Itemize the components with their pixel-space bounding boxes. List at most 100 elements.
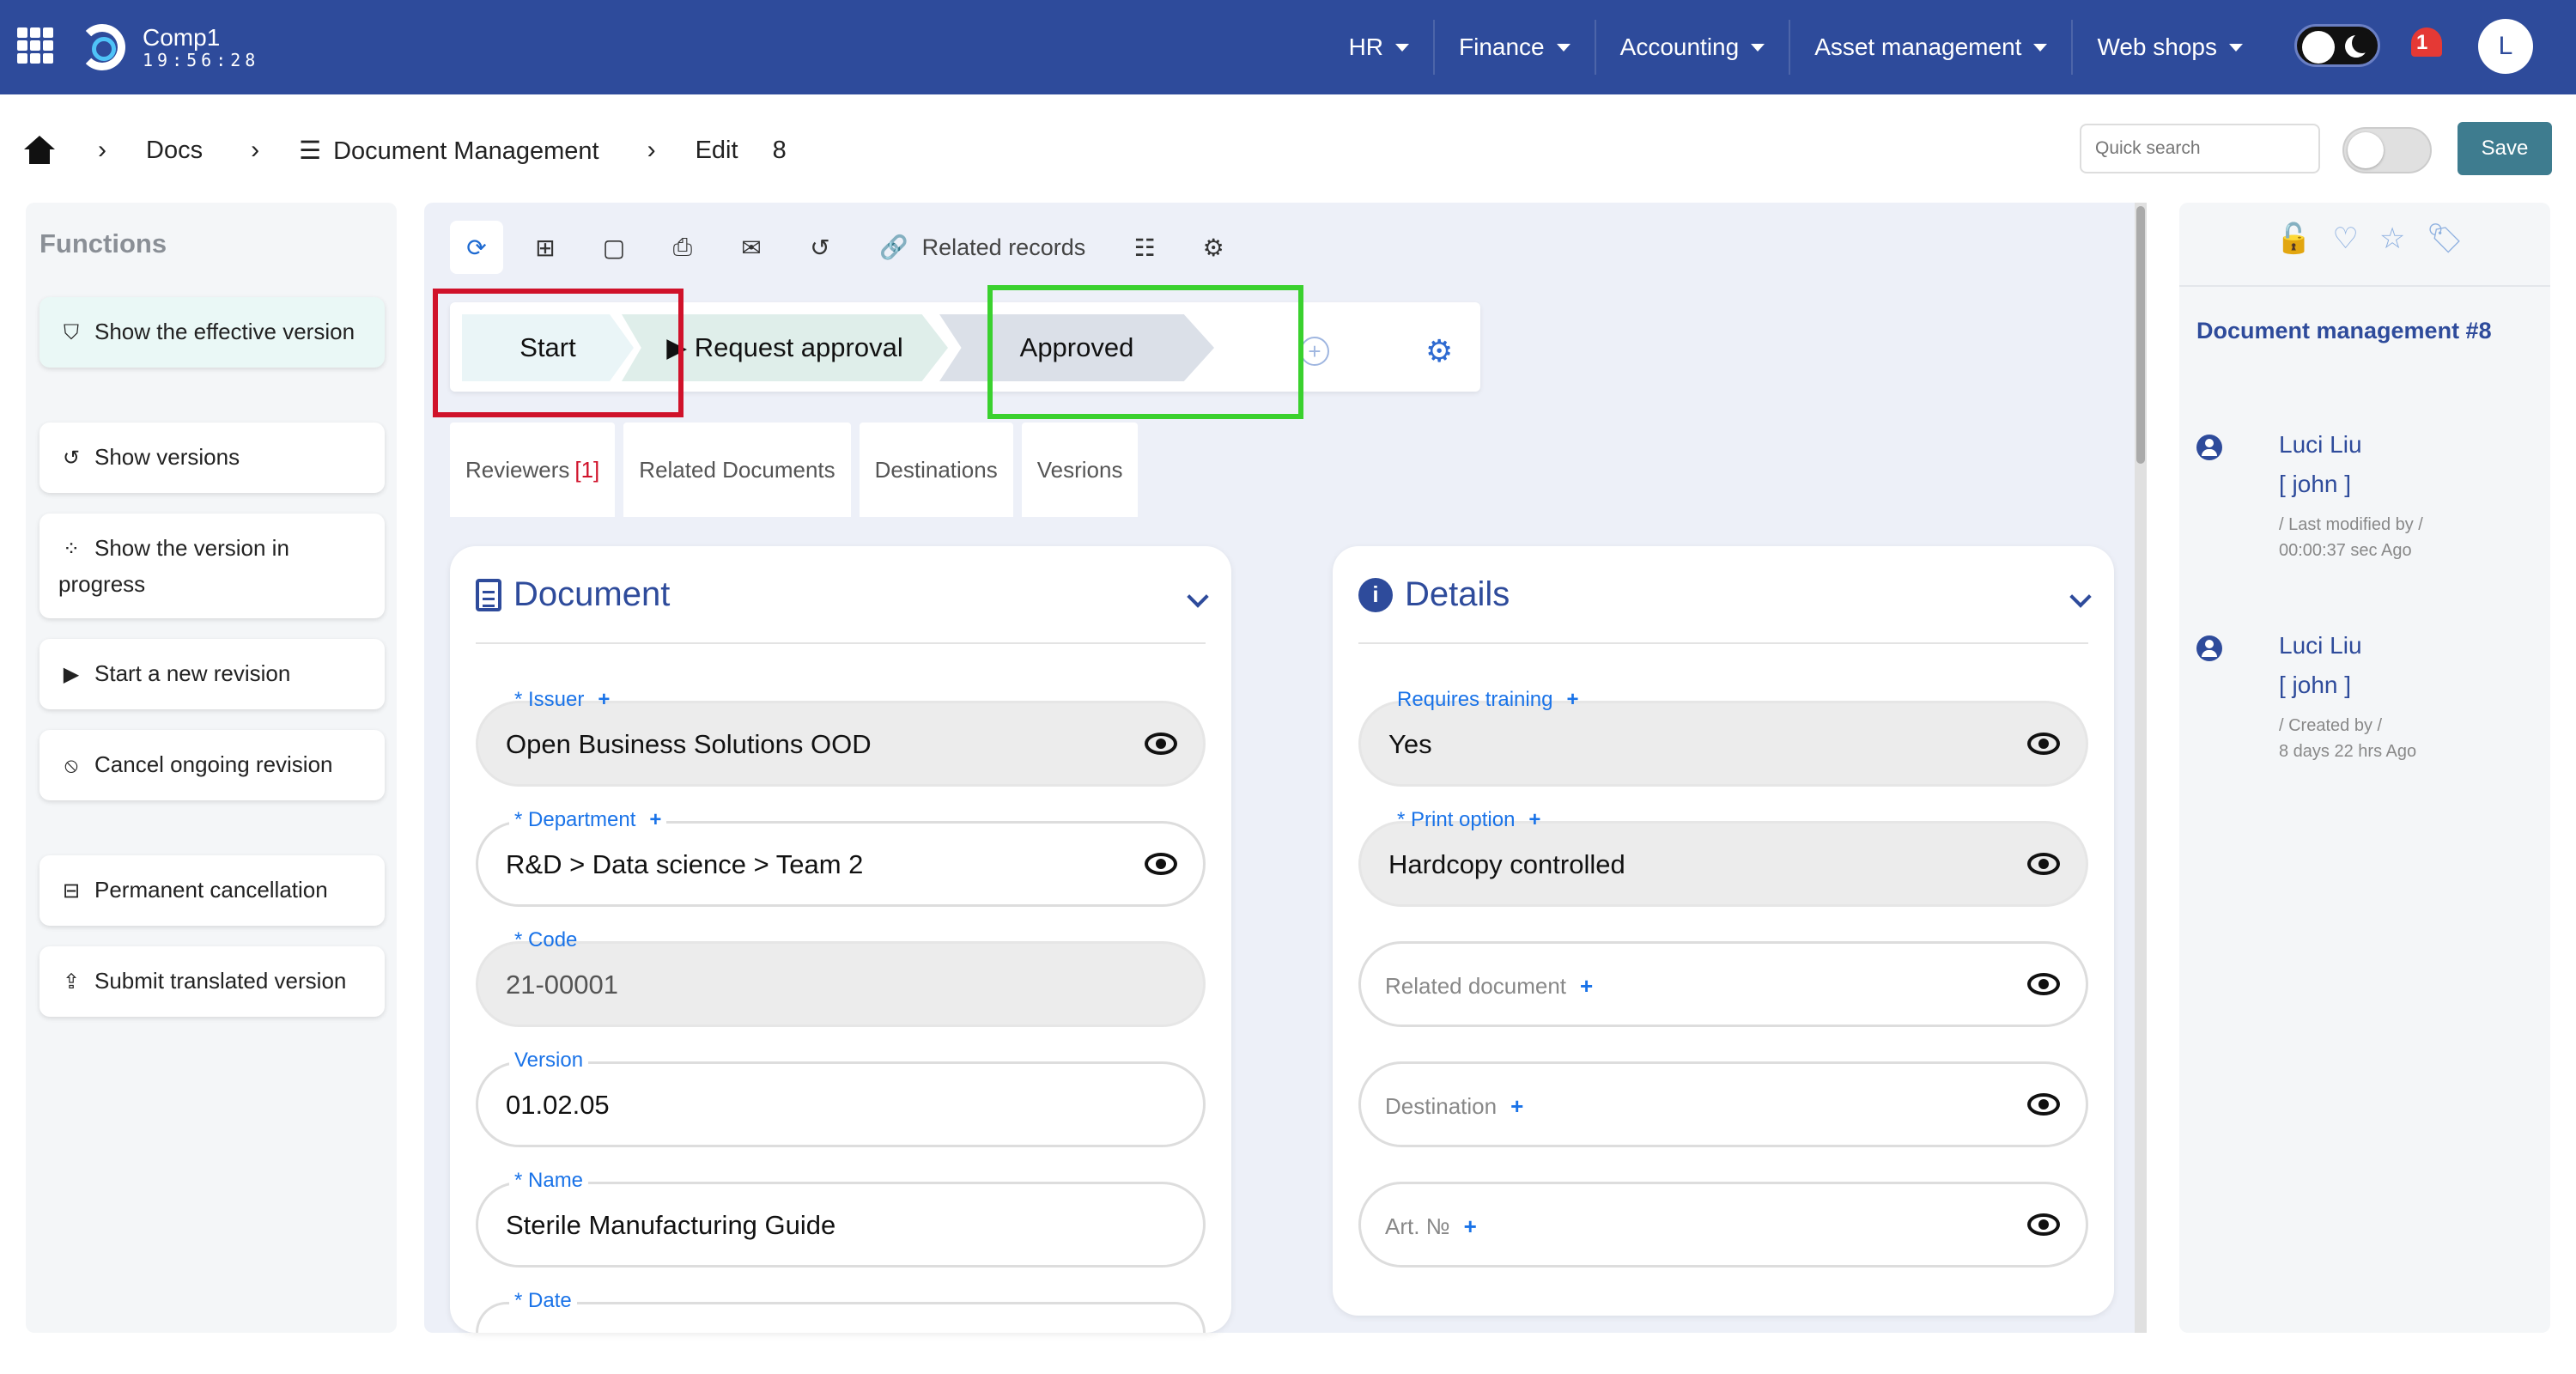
tag-icon[interactable]: 🏷 [2426, 222, 2463, 256]
divider [1358, 642, 2088, 644]
notification-bell-icon[interactable]: 1 [2408, 22, 2445, 65]
gear-icon[interactable]: ⚙ [1187, 221, 1240, 274]
label-text: * Print option [1397, 808, 1516, 831]
dark-mode-toggle[interactable] [2294, 24, 2380, 67]
start-new-revision-button[interactable]: ▶ Start a new revision [39, 639, 385, 709]
plus-icon[interactable]: + [1464, 1213, 1477, 1239]
code-field[interactable]: * Code 21-00001 [476, 928, 1206, 1027]
star-icon[interactable]: ☆ [2379, 222, 2405, 256]
email-icon[interactable]: ✉ [725, 221, 778, 274]
field-placeholder: Related document + [1385, 973, 1593, 1000]
record-actions: 🔓 ♡ ☆ 🏷 [2275, 222, 2463, 256]
related-records-label: Related records [921, 234, 1086, 260]
home-icon[interactable] [24, 136, 55, 165]
note-icon[interactable]: ▢ [587, 221, 641, 274]
eye-icon[interactable] [2027, 853, 2060, 875]
nav-web-shops[interactable]: Web shops [2071, 20, 2267, 75]
activity-action: / Created by / [2279, 716, 2383, 735]
show-version-in-progress-button[interactable]: ⁘ Show the version in progress [39, 514, 385, 618]
company-logo[interactable] [79, 24, 125, 70]
plus-icon[interactable]: + [1566, 688, 1578, 711]
history-icon[interactable]: ↺ [793, 221, 847, 274]
eye-icon[interactable] [2027, 1213, 2060, 1236]
cancel-ongoing-revision-button[interactable]: ⦸ Cancel ongoing revision [39, 730, 385, 800]
issuer-field[interactable]: * Issuer + Open Business Solutions OOD [476, 688, 1206, 787]
record-info-panel: 🔓 ♡ ☆ 🏷 Document management #8 Luci Liu … [2179, 203, 2550, 1333]
eye-icon[interactable] [1145, 853, 1177, 875]
eye-icon[interactable] [2027, 973, 2060, 995]
art-number-field[interactable]: Art. № + [1358, 1182, 2088, 1268]
scrollbar[interactable] [2135, 203, 2147, 1333]
plus-icon[interactable]: + [1528, 808, 1540, 831]
refresh-icon[interactable]: ⟳ [450, 221, 503, 274]
link-icon: 🔗 [879, 234, 908, 260]
submit-translated-version-button[interactable]: ⇪ Submit translated version [39, 946, 385, 1017]
caret-down-icon [1395, 43, 1410, 52]
user-avatar[interactable]: L [2478, 19, 2533, 74]
date-field[interactable]: * Date [476, 1289, 1206, 1333]
department-field[interactable]: * Department + R&D > Data science > Team … [476, 808, 1206, 907]
mode-switch[interactable] [2342, 127, 2432, 173]
quick-search-input[interactable] [2080, 124, 2320, 173]
activity-meta: / Last modified by / 00:00:37 sec Ago [2279, 512, 2537, 563]
add-icon[interactable]: ⊞ [519, 221, 572, 274]
breadcrumb-document-management[interactable]: ☰ Document Management [299, 136, 599, 166]
eye-icon[interactable] [1145, 733, 1177, 755]
plus-icon[interactable]: + [598, 688, 610, 711]
tab-related-documents[interactable]: Related Documents [623, 423, 851, 517]
field-label: * Code [514, 928, 578, 951]
activity-name[interactable]: Luci Liu [2279, 632, 2362, 660]
nav-asset-management[interactable]: Asset management [1789, 20, 2071, 75]
chevron-down-icon[interactable] [1187, 586, 1209, 608]
label-text: Art. № [1385, 1213, 1450, 1239]
function-label: Show the effective version [94, 319, 355, 344]
nav-label: HR [1348, 33, 1384, 60]
activity-username[interactable]: [ john ] [2279, 672, 2351, 699]
related-records-button[interactable]: 🔗 Related records [879, 234, 1085, 261]
nav-finance[interactable]: Finance [1433, 20, 1595, 75]
tab-destinations[interactable]: Destinations [859, 423, 1013, 517]
permanent-cancellation-button[interactable]: ⊟ Permanent cancellation [39, 855, 385, 926]
scrollbar-thumb[interactable] [2136, 206, 2145, 464]
add-step-icon[interactable]: + [1300, 337, 1329, 366]
print-option-field[interactable]: * Print option + Hardcopy controlled [1358, 808, 2088, 907]
activity-username[interactable]: [ john ] [2279, 471, 2351, 498]
code-value: 21-00001 [506, 970, 619, 1000]
version-field[interactable]: Version 01.02.05 [476, 1049, 1206, 1147]
field-placeholder: Art. № + [1385, 1213, 1477, 1240]
plus-icon[interactable]: + [649, 808, 661, 831]
details-card: i Details Requires training + Yes * Print… [1333, 546, 2114, 1316]
breadcrumb-docs[interactable]: Docs [146, 137, 203, 165]
nav-label: Web shops [2097, 33, 2217, 60]
show-effective-version-button[interactable]: ⛉ Show the effective version [39, 297, 385, 368]
field-placeholder: Destination + [1385, 1093, 1523, 1120]
nav-hr[interactable]: HR [1325, 20, 1433, 75]
company-name[interactable]: Comp1 [143, 24, 220, 52]
requires-training-field[interactable]: Requires training + Yes [1358, 688, 2088, 787]
workflow-settings-icon[interactable]: ⚙ [1425, 333, 1453, 369]
checklist-icon[interactable]: ☷ [1118, 221, 1171, 274]
chevron-down-icon[interactable] [2069, 586, 2092, 608]
nav-accounting[interactable]: Accounting [1594, 20, 1789, 75]
show-versions-button[interactable]: ↺ Show versions [39, 423, 385, 493]
activity-name[interactable]: Luci Liu [2279, 431, 2362, 459]
divider [476, 642, 1206, 644]
tab-reviewers[interactable]: Reviewers [1] [450, 423, 616, 517]
record-title: Document management #8 [2196, 318, 2492, 344]
highlight-box-green [987, 285, 1303, 419]
document-card: Document * Issuer + Open Business Solutio… [450, 546, 1231, 1333]
eye-icon[interactable] [2027, 733, 2060, 755]
plus-icon[interactable]: + [1510, 1093, 1523, 1119]
eye-icon[interactable] [2027, 1093, 2060, 1116]
destination-field[interactable]: Destination + [1358, 1061, 2088, 1147]
print-icon[interactable]: ⎙ [656, 221, 709, 274]
tab-versions[interactable]: Vesrions [1021, 423, 1139, 517]
name-field[interactable]: * Name Sterile Manufacturing Guide [476, 1169, 1206, 1268]
unlock-icon[interactable]: 🔓 [2275, 222, 2312, 256]
plus-icon[interactable]: + [1580, 973, 1593, 999]
heart-icon[interactable]: ♡ [2332, 222, 2358, 256]
toggle-knob [2302, 31, 2335, 64]
apps-grid-icon[interactable] [17, 27, 53, 64]
related-document-field[interactable]: Related document + [1358, 941, 2088, 1027]
save-button[interactable]: Save [2458, 122, 2552, 175]
